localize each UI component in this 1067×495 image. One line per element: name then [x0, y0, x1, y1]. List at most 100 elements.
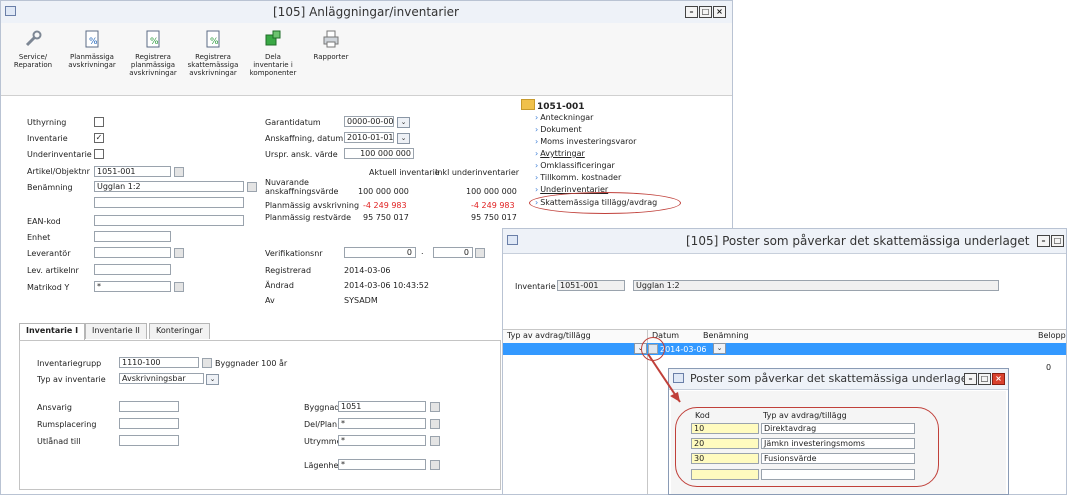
document-tax-icon: % [203, 29, 223, 49]
toolbar-label-line: komponenter [249, 69, 297, 77]
svg-text:%: % [210, 37, 219, 47]
poster-inventarie-desc: Ugglan 1:2 [633, 280, 999, 291]
leverantor-input[interactable] [94, 247, 171, 258]
lagenhet-lookup-button[interactable] [430, 460, 440, 470]
matrikelkod-input[interactable]: * [94, 281, 171, 292]
verifikation-input[interactable]: 0 [344, 247, 416, 258]
uthyrning-checkbox[interactable] [94, 117, 104, 127]
artikel-lookup-button[interactable] [174, 167, 184, 177]
verifikation-lookup-button[interactable] [475, 248, 485, 258]
benamning-input-2[interactable] [94, 197, 244, 208]
tree-arrow-icon: › [535, 161, 539, 170]
toolbar-service-button[interactable]: Service/ Reparation [5, 27, 61, 69]
utlanad-input[interactable] [119, 435, 179, 446]
benamning-label: Benämning [27, 183, 73, 192]
tree-arrow-icon: › [535, 173, 539, 182]
maximize-icon[interactable]: □ [978, 373, 991, 385]
col-typ-header[interactable]: Typ av avdrag/tillägg [507, 331, 591, 340]
planmassig-rest-label: Planmässig restvärde [265, 213, 352, 222]
toolbar-rapporter-button[interactable]: Rapporter [303, 27, 359, 61]
garantidatum-dropdown[interactable]: ⌄ [397, 117, 410, 128]
delplan-label: Del/Plan [304, 420, 338, 429]
verifikation-input-2[interactable]: 0 [433, 247, 473, 258]
garantidatum-input[interactable]: 0000-00-00 [344, 116, 394, 127]
utrymme-input[interactable]: * [338, 435, 426, 446]
inventariegrupp-lookup-button[interactable] [202, 358, 212, 368]
leverantor-label: Leverantör [27, 249, 71, 258]
utrymme-lookup-button[interactable] [430, 436, 440, 446]
toolbar-dela-button[interactable]: Dela inventarie i komponenter [245, 27, 301, 77]
matrikelkod-lookup-button[interactable] [174, 282, 184, 292]
tree-item-moms[interactable]: › Moms investeringsvaror [535, 137, 636, 146]
inventariegrupp-desc: Byggnader 100 år [215, 359, 288, 368]
typ-inventarie-select[interactable]: Avskrivningsbar [119, 373, 204, 384]
ean-input[interactable] [94, 215, 244, 226]
anskaffning-label: Anskaffning, datum [265, 134, 344, 143]
date-dropdown-button[interactable]: ⌄ [713, 343, 726, 354]
tab-inventarie-ii[interactable]: Inventarie II [85, 323, 147, 339]
col-belopp-header[interactable]: Belopp [1038, 331, 1066, 340]
registrerad-label: Registrerad [265, 266, 312, 275]
svg-text:%: % [150, 37, 159, 47]
byggnad-lookup-button[interactable] [430, 402, 440, 412]
tab-konteringar[interactable]: Konteringar [149, 323, 210, 339]
enhet-input[interactable] [94, 231, 171, 242]
verifikation-label: Verifikationsnr [265, 249, 323, 258]
tree-item-tillkomm[interactable]: › Tillkomm. kostnader [535, 173, 621, 182]
window-menu-icon[interactable] [507, 235, 518, 245]
rumsplacering-input[interactable] [119, 418, 179, 429]
window-menu-icon[interactable] [5, 6, 16, 16]
svg-text:%: % [89, 37, 98, 47]
delplan-lookup-button[interactable] [430, 419, 440, 429]
maximize-icon[interactable]: □ [699, 6, 712, 18]
minimize-icon[interactable]: – [964, 373, 977, 385]
verifikation-sep: . [419, 247, 431, 258]
lagenhet-input[interactable]: * [338, 459, 426, 470]
typ-inventarie-dropdown[interactable]: ⌄ [206, 374, 219, 385]
popup-titlebar: Poster som påverkar det skattemässiga un… [669, 369, 1008, 390]
artikel-input[interactable]: 1051-001 [94, 166, 171, 177]
garantidatum-label: Garantidatum [265, 118, 321, 127]
tree-item-anteckningar[interactable]: › Anteckningar [535, 113, 593, 122]
andrad-value: 2014-03-06 10:43:52 [344, 281, 429, 290]
tree-root[interactable]: 1051-001 [521, 99, 585, 112]
popup-title: Poster som påverkar det skattemässiga un… [690, 372, 972, 385]
toolbar-registrera-planmassiga-button[interactable]: % Registrera planmässiga avskrivningar [125, 27, 181, 77]
ansvarig-input[interactable] [119, 401, 179, 412]
poster-inventarie-input[interactable]: 1051-001 [557, 280, 625, 291]
leverantor-lookup-button[interactable] [174, 248, 184, 258]
underinventarie-checkbox[interactable] [94, 149, 104, 159]
close-icon[interactable]: × [713, 6, 726, 18]
delplan-input[interactable]: * [338, 418, 426, 429]
tree-arrow-icon: › [535, 113, 539, 122]
urspr-input[interactable]: 100 000 000 [344, 148, 414, 159]
lev-artikelnr-label: Lev. artikelnr [27, 266, 79, 275]
toolbar-label-line: planmässiga [130, 61, 176, 69]
tree-item-label: Avyttringar [540, 149, 585, 158]
col-benamning-header[interactable]: Benämning [703, 331, 749, 340]
toolbar-label-line: avskrivningar [68, 61, 116, 69]
benamning-lookup-button[interactable] [247, 182, 257, 192]
toolbar-registrera-skattemassiga-button[interactable]: % Registrera skattemässiga avskrivningar [185, 27, 241, 77]
tab-inventarie-i[interactable]: Inventarie I [19, 323, 86, 340]
toolbar-planmassiga-button[interactable]: % Planmässiga avskrivningar [64, 27, 120, 69]
tree-item-omklassificeringar[interactable]: › Omklassificeringar [535, 161, 615, 170]
tree-item-label: Moms investeringsvaror [540, 137, 637, 146]
tree-item-dokument[interactable]: › Dokument [535, 125, 582, 134]
inventariegrupp-input[interactable]: 1110-100 [119, 357, 199, 368]
minimize-icon[interactable]: – [685, 6, 698, 18]
anskaffning-dropdown[interactable]: ⌄ [397, 133, 410, 144]
maximize-icon[interactable]: □ [1051, 235, 1064, 247]
benamning-input[interactable]: Ugglan 1:2 [94, 181, 244, 192]
byggnad-input[interactable]: 1051 [338, 401, 426, 412]
anskaffning-input[interactable]: 2010-01-01 [344, 132, 394, 143]
tree-item-avyttringar[interactable]: › Avyttringar [535, 149, 585, 158]
av-label: Av [265, 296, 275, 305]
window-controls: – □ × [685, 6, 726, 18]
poster-selected-row[interactable] [503, 343, 1066, 355]
minimize-icon[interactable]: – [1037, 235, 1050, 247]
close-icon[interactable]: × [992, 373, 1005, 385]
inventarie-checkbox[interactable]: ✓ [94, 133, 104, 143]
window-controls: – □ × [964, 373, 1005, 385]
lev-artikelnr-input[interactable] [94, 264, 171, 275]
